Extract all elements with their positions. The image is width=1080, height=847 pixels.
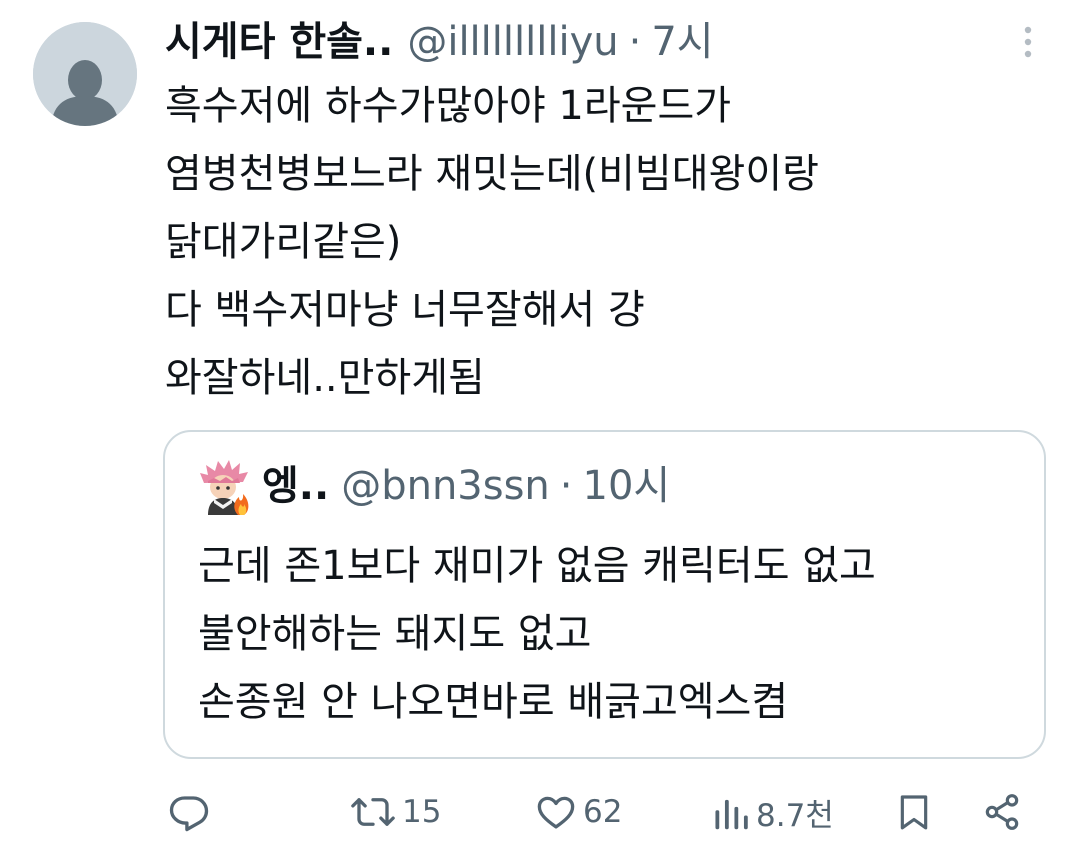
separator-dot: · [559,463,573,509]
vertical-ellipsis-icon [1024,26,1032,58]
tweet-text-line: 염병천병보느라 재밋는데(비빔대왕이랑 [165,151,819,197]
author-handle[interactable]: @illllllllliyu [407,10,618,74]
character-avatar-icon [200,460,249,515]
quoted-tweet-card[interactable]: 엥.. @bnn3ssn · 10시 근데 존1보다 재미가 없음 캐릭터도 없… [163,430,1046,759]
tweet-timestamp[interactable]: 7시 [651,10,713,74]
bookmark-button[interactable] [894,782,934,842]
reply-icon [169,796,209,832]
retweet-button[interactable]: 15 [350,782,441,842]
more-options-button[interactable] [1010,22,1046,62]
tweet-text-line: 다 백수저마냥 너무잘해서 걍 [165,287,645,333]
share-button[interactable] [982,782,1022,842]
quoted-tweet-header: 엥.. @bnn3ssn · 10시 [262,456,670,516]
tweet-header: 시게타 한솔.. @illllllllliyu · 7시 [165,10,714,74]
quoted-text-line: 근데 존1보다 재미가 없음 캐릭터도 없고 [198,543,876,589]
quoted-tweet-text: 근데 존1보다 재미가 없음 캐릭터도 없고 불안해하는 돼지도 없고 손종원 … [198,532,1028,736]
bookmark-icon [900,795,928,830]
tweet-text: 흑수저에 하수가많아야 1라운드가 염병천병보느라 재밋는데(비빔대왕이랑 닭대… [165,72,1045,412]
reply-button[interactable] [168,782,210,842]
tweet-action-bar: 15 62 8.7천 [0,782,1080,842]
views-count: 8.7천 [756,797,834,834]
quoted-text-line: 손종원 안 나오면바로 배긁고엑스켬 [198,679,789,725]
share-icon [985,794,1019,830]
author-avatar[interactable] [33,22,137,126]
views-button[interactable]: 8.7천 [712,782,834,842]
quoted-tweet-timestamp[interactable]: 10시 [583,456,671,516]
quoted-author-display-name[interactable]: 엥.. [262,456,329,516]
quoted-author-handle[interactable]: @bnn3ssn [341,456,550,516]
author-display-name[interactable]: 시게타 한솔.. [165,10,393,74]
tweet-text-line: 닭대가리같은) [165,219,402,265]
tweet-text-line: 흑수저에 하수가많아야 1라운드가 [165,83,732,129]
like-button[interactable]: 62 [535,782,622,842]
heart-icon [537,796,575,829]
separator-dot: · [628,19,642,65]
quoted-author-avatar[interactable] [198,459,250,515]
default-avatar-icon [33,22,137,126]
quoted-text-line: 불안해하는 돼지도 없고 [198,611,592,657]
retweet-icon [351,798,395,826]
views-icon [715,799,748,830]
like-count: 62 [583,794,623,830]
tweet-text-line: 와잘하네..만하게됨 [165,355,485,401]
retweet-count: 15 [402,794,442,830]
